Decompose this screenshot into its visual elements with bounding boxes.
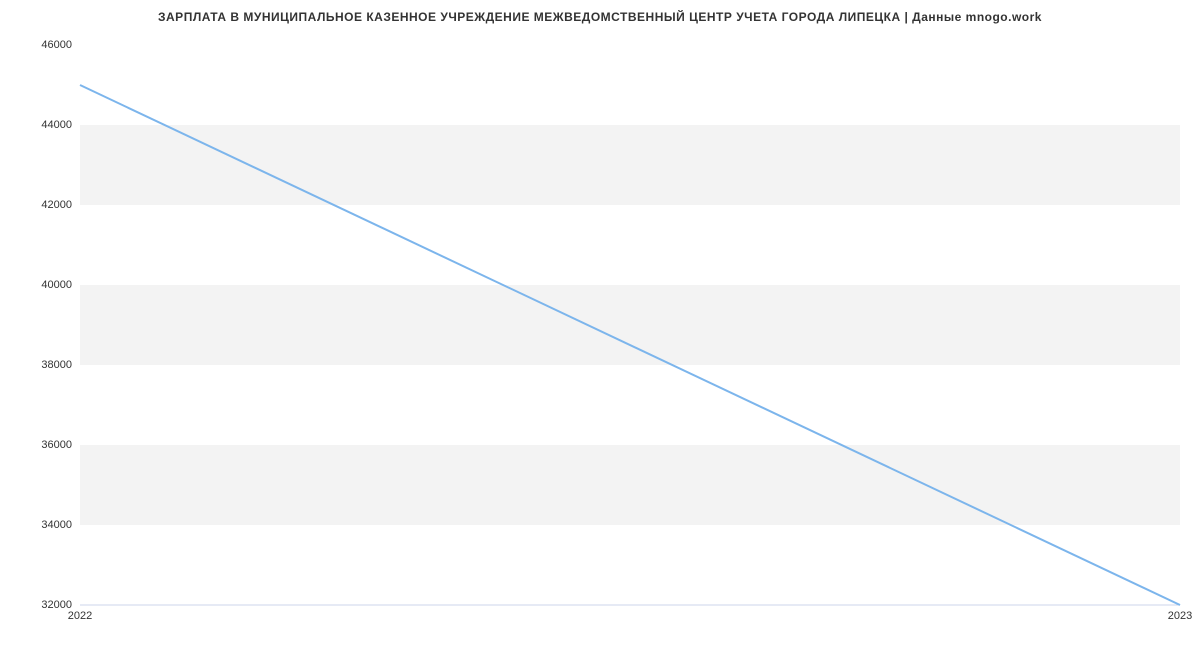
y-tick-label: 42000 — [12, 199, 72, 211]
y-tick-label: 36000 — [12, 439, 72, 451]
y-tick-label: 40000 — [12, 279, 72, 291]
data-series-line — [80, 85, 1180, 605]
y-tick-label: 38000 — [12, 359, 72, 371]
y-tick-label: 34000 — [12, 519, 72, 531]
y-tick-label: 46000 — [12, 39, 72, 51]
chart-svg — [80, 45, 1180, 605]
x-tick-label: 2022 — [68, 610, 92, 622]
y-tick-label: 44000 — [12, 119, 72, 131]
plot-area — [80, 45, 1180, 605]
x-tick-label: 2023 — [1168, 610, 1192, 622]
y-tick-label: 32000 — [12, 599, 72, 611]
chart-title: ЗАРПЛАТА В МУНИЦИПАЛЬНОЕ КАЗЕННОЕ УЧРЕЖД… — [0, 10, 1200, 24]
